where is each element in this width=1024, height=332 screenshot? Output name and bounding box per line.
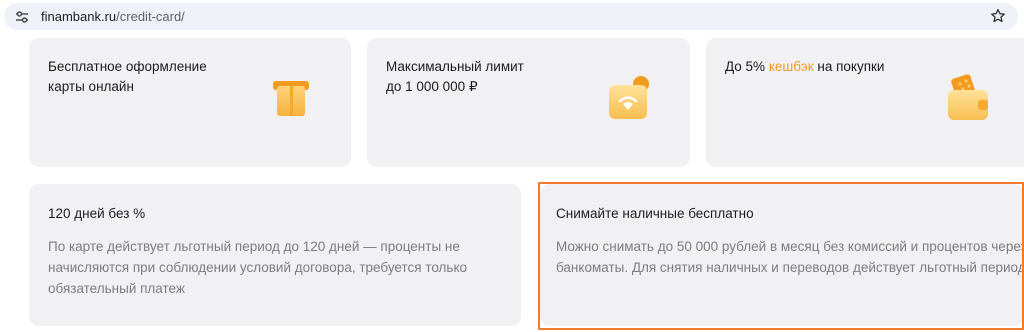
address-bar[interactable]: finambank.ru/credit-card/ [4,3,1018,30]
benefit-title-line: до 1 000 000 ₽ [386,79,478,94]
star-icon[interactable] [990,8,1006,24]
wallet-coin-icon [609,76,649,119]
feature-description-line: начисляются при соблюдении условий догов… [48,260,468,275]
browser-toolbar: finambank.ru/credit-card/ [0,0,1024,34]
feature-description-line: По карте действует льготный период до 12… [48,239,460,254]
url-text[interactable]: finambank.ru/credit-card/ [41,9,185,24]
benefit-card-free-issue: Бесплатное оформление карты онлайн [29,38,351,167]
feature-description: По карте действует льготный период до 12… [48,236,518,299]
cashback-suffix: на покупки [813,59,885,74]
tune-icon[interactable] [15,10,29,24]
feature-title: 120 дней без % [48,206,146,221]
benefit-title-line: карты онлайн [48,79,134,94]
cashback-prefix: До 5% [725,59,769,74]
selection-highlight [538,182,1024,330]
benefit-title: До 5% кешбэк на покупки [725,57,884,77]
url-host: finambank.ru [41,9,117,24]
benefit-title: Бесплатное оформление карты онлайн [48,57,207,97]
benefit-title: Максимальный лимит до 1 000 000 ₽ [386,57,524,97]
benefit-card-cashback: До 5% кешбэк на покупки [706,38,1024,167]
benefit-title-line: Максимальный лимит [386,59,524,74]
wallet-cards-icon [948,74,988,120]
url-path: /credit-card/ [116,9,185,24]
feature-description-line: обязательный платеж [48,281,185,296]
card-icon [273,81,309,116]
benefit-card-limit: Максимальный лимит до 1 000 000 ₽ [367,38,690,167]
feature-card-grace-period: 120 дней без % По карте действует льготн… [29,184,521,326]
cashback-link[interactable]: кешбэк [769,59,814,74]
benefit-title-line: Бесплатное оформление [48,59,207,74]
